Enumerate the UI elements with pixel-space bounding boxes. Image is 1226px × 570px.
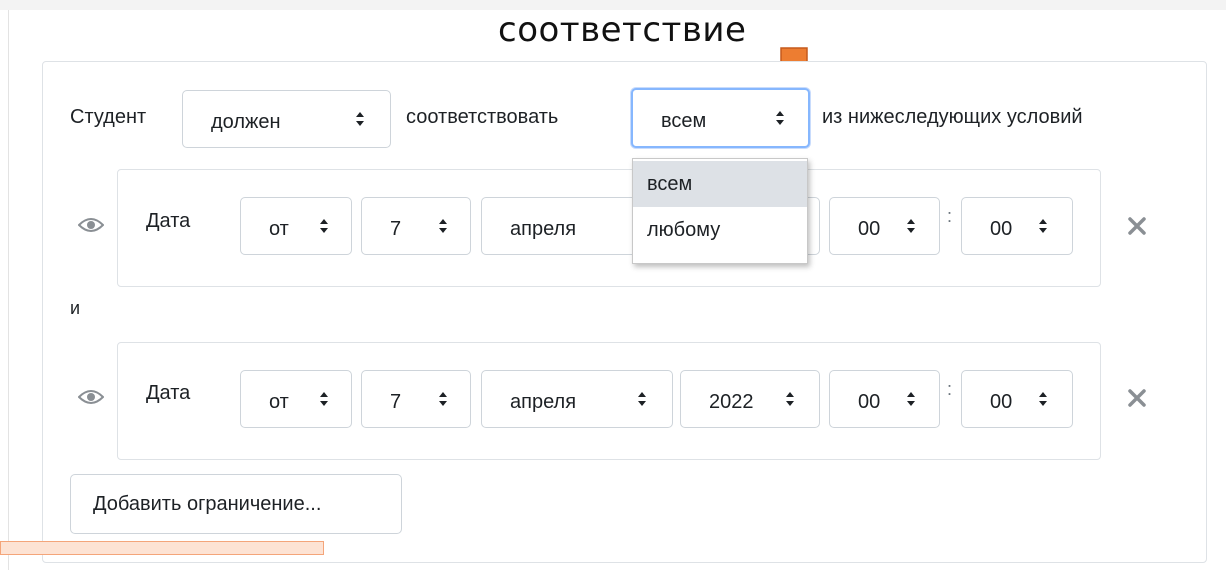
minute-value: 00: [990, 391, 1013, 413]
close-icon[interactable]: [1127, 216, 1147, 236]
student-label: Студент: [70, 106, 147, 128]
year-select[interactable]: 2022: [680, 370, 820, 428]
year-value: 2022: [709, 391, 754, 413]
must-select[interactable]: должен: [182, 90, 391, 148]
select-caret-icon: [907, 392, 915, 406]
eye-icon[interactable]: [78, 216, 104, 234]
month-select[interactable]: апреля: [481, 370, 673, 428]
hour-value: 00: [858, 391, 881, 413]
condition-type-label: Дата: [146, 382, 191, 404]
time-separator: :: [947, 379, 953, 399]
dropdown-option-label: любому: [647, 219, 721, 241]
close-icon[interactable]: [1127, 388, 1147, 408]
select-caret-icon: [320, 392, 328, 406]
select-caret-icon: [439, 392, 447, 406]
day-select[interactable]: 7: [361, 197, 471, 255]
day-value: 7: [390, 391, 402, 413]
select-caret-icon: [638, 392, 646, 406]
dropdown-option-label: всем: [647, 173, 693, 195]
minute-select[interactable]: 00: [961, 370, 1073, 428]
dropdown-option-all[interactable]: всем: [633, 161, 807, 207]
eye-icon[interactable]: [78, 388, 104, 406]
day-select[interactable]: 7: [361, 370, 471, 428]
direction-select[interactable]: от: [240, 197, 352, 255]
top-band: [0, 0, 1226, 10]
hour-value: 00: [858, 218, 881, 240]
add-restriction-label: Добавить ограничение...: [93, 493, 322, 515]
direction-value: от: [269, 391, 289, 413]
hour-select[interactable]: 00: [829, 370, 940, 428]
select-caret-icon: [1039, 392, 1047, 406]
condition-connector: и: [70, 298, 81, 318]
condition-type-label: Дата: [146, 210, 191, 232]
conditions-label: из нижеследующих условий: [822, 106, 1083, 128]
time-separator: :: [947, 206, 953, 226]
direction-select[interactable]: от: [240, 370, 352, 428]
month-value: апреля: [510, 391, 577, 413]
add-restriction-button[interactable]: Добавить ограничение...: [70, 474, 402, 534]
day-value: 7: [390, 218, 402, 240]
dropdown-option-any[interactable]: любому: [633, 207, 807, 253]
month-value: апреля: [510, 218, 577, 240]
must-select-value: должен: [211, 111, 281, 133]
match-dropdown-list: всем любому: [632, 158, 808, 264]
select-caret-icon: [786, 392, 794, 406]
select-caret-icon: [1039, 219, 1047, 233]
match-select-value: всем: [661, 110, 707, 132]
select-caret-icon: [439, 219, 447, 233]
match-select[interactable]: всем: [631, 88, 810, 148]
minute-value: 00: [990, 218, 1013, 240]
select-caret-icon: [776, 111, 784, 125]
select-caret-icon: [907, 219, 915, 233]
select-caret-icon: [320, 219, 328, 233]
annotation-caption: соответствие: [498, 10, 747, 50]
hour-select[interactable]: 00: [829, 197, 940, 255]
minute-select[interactable]: 00: [961, 197, 1073, 255]
select-caret-icon: [356, 112, 364, 126]
match-label: соответствовать: [406, 106, 559, 128]
direction-value: от: [269, 218, 289, 240]
